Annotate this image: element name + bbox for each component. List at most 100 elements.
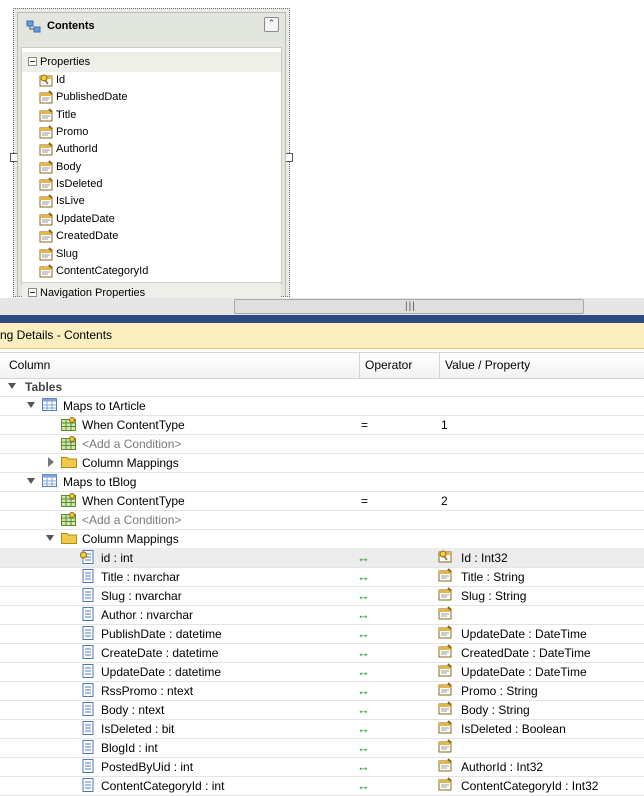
column-mappings-label: Column Mappings [82,456,179,470]
scrollbar-grip-icon: ||| [405,301,416,312]
scrollbar-thumb[interactable]: ||| [234,299,584,314]
property-name: Title [56,108,77,121]
condition-icon [61,417,77,434]
condition-value[interactable]: 2 [441,494,448,508]
mapped-property[interactable]: UpdateDate : DateTime [461,627,587,641]
db-column: PostedByUid : int [101,760,194,774]
scalar-property-icon [438,587,453,604]
mapping-arrow-icon: ↔ [357,683,370,698]
property-name: Id [56,74,66,86]
column-mapping-row[interactable]: ContentCategoryId : int ↔ ContentCategor… [0,776,644,796]
scalar-property-icon [39,264,54,281]
tables-label: Tables [25,380,63,394]
property-name: PublishedDate [56,91,128,104]
condition-row[interactable]: When ContentType = 2 [0,491,644,511]
collapse-minus-icon[interactable] [28,288,37,297]
db-column: Title : nvarchar [101,570,180,584]
mapped-property[interactable]: Slug : String [461,589,526,603]
mapping-arrow-icon: ↔ [357,721,370,736]
tables-node[interactable]: Tables [0,377,644,397]
scalar-property-icon [39,194,54,211]
tool-window-title-bar[interactable]: ng Details - Contents [0,323,644,349]
mapped-property[interactable]: AuthorId : Int32 [461,760,543,774]
db-column: IsDeleted : bit [101,722,175,736]
mapped-property[interactable]: Id : Int32 [461,551,508,565]
column-header-value[interactable]: Value / Property [445,358,530,372]
mapped-property[interactable]: Title : String [461,570,525,584]
mapped-property[interactable]: UpdateDate : DateTime [461,665,587,679]
db-column: id : int [101,551,134,565]
column-mapping-row[interactable]: Slug : nvarchar ↔ Slug : String [0,586,644,606]
column-mapping-row[interactable]: PublishDate : datetime ↔ UpdateDate : Da… [0,624,644,644]
mapping-arrow-icon: ↔ [357,550,370,565]
column-mapping-row[interactable]: RssPromo : ntext ↔ Promo : String [0,681,644,701]
mapping-arrow-icon: ↔ [357,569,370,584]
add-condition-label: <Add a Condition> [82,513,182,527]
mapped-property[interactable]: ContentCategoryId : Int32 [461,779,598,793]
column-mapping-row[interactable]: BlogId : int ↔ [0,738,644,758]
scalar-property-icon [438,682,453,699]
add-condition-row[interactable]: <Add a Condition> [0,434,644,454]
collapsed-arrow-icon[interactable] [48,457,54,467]
column-mapping-row[interactable]: Body : ntext ↔ Body : String [0,700,644,720]
table-icon [42,398,57,414]
property-name: ContentCategoryId [56,264,149,277]
properties-panel: Properties Id PublishedDate Title Promo … [21,47,282,303]
scalar-property-icon [39,212,54,229]
collapse-minus-icon[interactable] [28,57,37,66]
column-icon [80,607,96,624]
properties-section-header[interactable]: Properties [22,52,281,72]
mapped-property[interactable]: Promo : String [461,684,538,698]
collapse-chevron-icon[interactable]: ⌃ [264,17,279,32]
column-mapping-row[interactable]: UpdateDate : datetime ↔ UpdateDate : Dat… [0,662,644,682]
property-name: UpdateDate [56,212,115,225]
designer-canvas[interactable]: Contents ⌃ Properties Id PublishedDate T… [0,0,644,303]
column-mapping-row[interactable]: Title : nvarchar ↔ Title : String [0,567,644,587]
maps-to-node[interactable]: Maps to tArticle [0,396,644,416]
mapped-property[interactable]: Body : String [461,703,530,717]
entity-header[interactable]: Contents ⌃ [18,13,285,43]
condition-icon [61,493,77,510]
column-mapping-row[interactable]: PostedByUid : int ↔ AuthorId : Int32 [0,757,644,777]
scalar-property-icon [39,107,54,125]
column-header-column[interactable]: Column [9,358,50,372]
mapping-arrow-icon: ↔ [357,664,370,679]
expand-arrow-icon[interactable] [27,478,35,484]
expand-arrow-icon[interactable] [8,383,16,389]
add-condition-icon [61,512,77,529]
mapping-grid: Column Operator Value / Property Tables … [0,352,644,796]
db-column: UpdateDate : datetime [101,665,222,679]
grid-header: Column Operator Value / Property [0,352,644,379]
mapped-property[interactable]: CreatedDate : DateTime [461,646,591,660]
column-mapping-row[interactable]: IsDeleted : bit ↔ IsDeleted : Boolean [0,719,644,739]
mapping-arrow-icon: ↔ [357,588,370,603]
condition-operator[interactable]: = [361,494,368,508]
resize-handle-right[interactable] [285,153,293,162]
folder-icon [61,455,77,471]
condition-row[interactable]: When ContentType = 1 [0,415,644,435]
column-mapping-row[interactable]: Author : nvarchar ↔ [0,605,644,625]
maps-to-label: Maps to tBlog [63,475,137,489]
expand-arrow-icon[interactable] [27,402,35,408]
condition-operator[interactable]: = [361,418,368,432]
scalar-property-icon [438,606,453,623]
column-mappings-node[interactable]: Column Mappings [0,453,644,473]
property-name: Promo [56,126,89,139]
column-icon [80,759,96,776]
column-mappings-node[interactable]: Column Mappings [0,529,644,549]
mapping-arrow-icon: ↔ [357,702,370,717]
mapped-property[interactable]: IsDeleted : Boolean [461,722,566,736]
scalar-property-icon [438,644,453,661]
horizontal-scrollbar[interactable]: ||| [0,298,644,315]
column-header-operator[interactable]: Operator [365,358,412,372]
column-mapping-row[interactable]: id : int ↔ Id : Int32 [0,548,644,568]
scalar-property-icon [438,720,453,737]
add-condition-row[interactable]: <Add a Condition> [0,510,644,530]
entity-shape-contents[interactable]: Contents ⌃ Properties Id PublishedDate T… [10,8,293,303]
condition-value[interactable]: 1 [441,418,448,432]
column-mapping-row[interactable]: CreateDate : datetime ↔ CreatedDate : Da… [0,643,644,663]
scalar-property-icon [438,701,453,718]
maps-to-node[interactable]: Maps to tBlog [0,472,644,492]
expand-arrow-icon[interactable] [46,535,54,541]
folder-icon [61,531,77,547]
